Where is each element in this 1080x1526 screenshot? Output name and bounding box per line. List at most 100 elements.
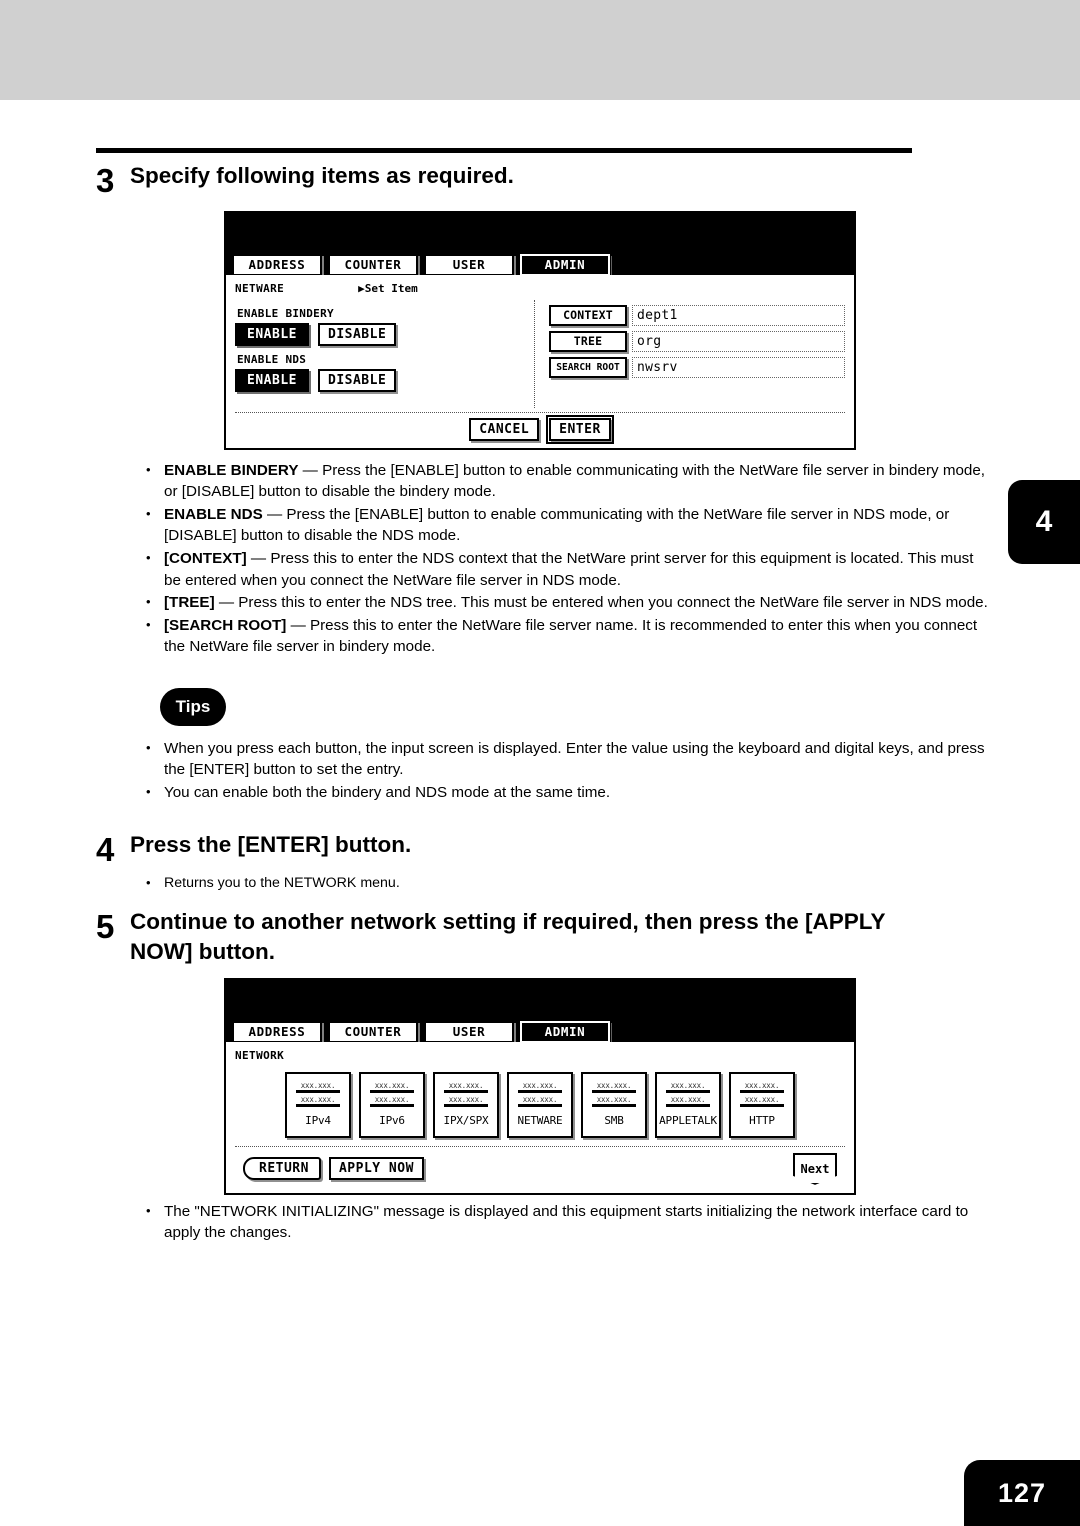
- bullet-dot: •: [146, 505, 151, 521]
- tip-item-1: • When you press each button, the input …: [146, 738, 992, 781]
- page-number-tab: 127: [964, 1460, 1080, 1526]
- tab-counter-2[interactable]: COUNTER: [328, 1020, 418, 1043]
- network-button-ipv6[interactable]: xxx.xxx. xxx.xxx. IPv6: [359, 1071, 425, 1138]
- network-button-label: IPX/SPX: [443, 1113, 489, 1127]
- bullet-text: [CONTEXT] — Press this to enter the NDS …: [164, 548, 992, 591]
- cancel-button-label: CANCEL: [479, 421, 530, 437]
- context-button[interactable]: CONTEXT: [549, 304, 627, 326]
- icon-line-2: xxx.xxx.: [518, 1095, 562, 1107]
- chapter-number: 4: [1035, 505, 1053, 538]
- tree-button-label: TREE: [573, 334, 603, 349]
- network-card-icon: xxx.xxx. xxx.xxx.: [740, 1081, 784, 1110]
- network-button-netware[interactable]: xxx.xxx. xxx.xxx. NETWARE: [507, 1071, 573, 1138]
- enter-button-label: ENTER: [559, 421, 601, 437]
- nds-enable-button[interactable]: ENABLE: [235, 368, 309, 392]
- tree-value[interactable]: org: [632, 330, 845, 352]
- nds-disable-button[interactable]: DISABLE: [318, 368, 397, 392]
- bullet-tree: • [TREE] — Press this to enter the NDS t…: [146, 592, 992, 614]
- bullet-dot: •: [146, 739, 151, 755]
- tab-admin-label: ADMIN: [544, 257, 586, 273]
- tab-user[interactable]: USER: [424, 253, 514, 276]
- icon-line-1: xxx.xxx.: [592, 1081, 636, 1093]
- tab-address[interactable]: ADDRESS: [232, 253, 322, 276]
- nds-disable-label: DISABLE: [328, 372, 387, 388]
- tab-address-2[interactable]: ADDRESS: [232, 1020, 322, 1043]
- network-button-http[interactable]: xxx.xxx. xxx.xxx. HTTP: [729, 1071, 795, 1138]
- tip-text: When you press each button, the input sc…: [164, 739, 985, 779]
- network-button-label: IPv4: [305, 1113, 331, 1127]
- network-button-smb[interactable]: xxx.xxx. xxx.xxx. SMB: [581, 1071, 647, 1138]
- bullet-text: Returns you to the NETWORK menu.: [164, 875, 400, 892]
- step-4: 4 Press the [ENTER] button.: [96, 830, 1008, 868]
- search-root-value[interactable]: nwsrv: [632, 356, 845, 378]
- step-3-bullet-list: • ENABLE BINDERY — Press the [ENABLE] bu…: [146, 460, 992, 658]
- icon-line-2: xxx.xxx.: [370, 1095, 414, 1107]
- bullet-term: ENABLE BINDERY: [164, 461, 299, 479]
- network-card-icon: xxx.xxx. xxx.xxx.: [592, 1081, 636, 1110]
- bullet-enable-bindery: • ENABLE BINDERY — Press the [ENABLE] bu…: [146, 460, 992, 503]
- bullet-text: The "NETWORK INITIALIZING" message is di…: [164, 1202, 969, 1242]
- tab-admin-2[interactable]: ADMIN: [519, 1019, 611, 1044]
- network-button-ipx-spx[interactable]: xxx.xxx. xxx.xxx. IPX/SPX: [433, 1071, 499, 1138]
- context-field-row: CONTEXT dept1: [549, 304, 845, 326]
- icon-line-1: xxx.xxx.: [370, 1081, 414, 1093]
- bullet-dot: •: [146, 1202, 151, 1218]
- tab-user-2[interactable]: USER: [424, 1020, 514, 1043]
- manual-page: 4 127 3 Specify following items as requi…: [0, 0, 1080, 1526]
- screen-tab-bar-2: ADDRESS COUNTER USER ADMIN: [232, 1019, 611, 1044]
- set-item-label: ▶Set Item: [358, 281, 418, 295]
- screen-header-area-2: ADDRESS COUNTER USER ADMIN: [226, 979, 854, 1044]
- bindery-disable-button[interactable]: DISABLE: [318, 322, 397, 346]
- search-root-button[interactable]: SEARCH ROOT: [549, 356, 627, 378]
- network-button-label: NETWARE: [517, 1113, 563, 1127]
- icon-line-2: xxx.xxx.: [444, 1095, 488, 1107]
- bullet-dot: •: [146, 875, 151, 891]
- network-protocol-grid: xxx.xxx. xxx.xxx. IPv4 xxx.xxx. xxx.xxx.…: [235, 1062, 845, 1146]
- tree-field-row: TREE org: [549, 330, 845, 352]
- bullet-rest: — Press this to enter the NetWare file s…: [164, 616, 978, 656]
- icon-line-1: xxx.xxx.: [444, 1081, 488, 1093]
- step-3-title: Specify following items as required.: [130, 163, 514, 188]
- next-button[interactable]: Next: [793, 1152, 837, 1185]
- bullet-term: [TREE]: [164, 594, 215, 612]
- tab-address-label: ADDRESS: [248, 257, 306, 273]
- step-3: 3 Specify following items as required.: [96, 161, 1008, 199]
- nds-enable-label: ENABLE: [247, 372, 297, 388]
- step-5-bullet-list: • The "NETWORK INITIALIZING" message is …: [146, 1201, 992, 1244]
- tab-admin[interactable]: ADMIN: [519, 252, 611, 277]
- network-card-icon: xxx.xxx. xxx.xxx.: [370, 1081, 414, 1110]
- network-card-icon: xxx.xxx. xxx.xxx.: [296, 1081, 340, 1110]
- bindery-enable-button[interactable]: ENABLE: [235, 322, 309, 346]
- network-card-icon: xxx.xxx. xxx.xxx.: [518, 1081, 562, 1110]
- tab-counter[interactable]: COUNTER: [328, 253, 418, 276]
- step-4-bullet-list: • Returns you to the NETWORK menu.: [146, 873, 992, 893]
- network-button-ipv4[interactable]: xxx.xxx. xxx.xxx. IPv4: [285, 1071, 351, 1138]
- step-4-title: Press the [ENTER] button.: [130, 831, 412, 857]
- tips-badge: Tips: [160, 687, 226, 726]
- bullet-text: ENABLE BINDERY — Press the [ENABLE] butt…: [164, 460, 992, 503]
- tree-button[interactable]: TREE: [549, 330, 627, 352]
- context-button-label: CONTEXT: [563, 308, 613, 323]
- enter-button[interactable]: ENTER: [546, 414, 614, 444]
- step-5-number: 5: [96, 908, 115, 946]
- enable-bindery-label: ENABLE BINDERY: [237, 306, 334, 320]
- bullet-term: [CONTEXT]: [164, 549, 247, 567]
- context-value[interactable]: dept1: [632, 304, 845, 326]
- network-menu-screen: ADDRESS COUNTER USER ADMIN NETWORK xxx.x…: [224, 977, 856, 1195]
- network-button-appletalk[interactable]: xxx.xxx. xxx.xxx. APPLETALK: [655, 1071, 721, 1138]
- bullet-term: ENABLE NDS: [164, 505, 263, 523]
- bindery-enable-label: ENABLE: [247, 326, 297, 342]
- step-5-title: Continue to another network setting if r…: [130, 909, 886, 964]
- return-button[interactable]: RETURN: [243, 1157, 321, 1181]
- step-5: 5 Continue to another network setting if…: [96, 907, 1008, 966]
- header-rule: [96, 148, 912, 153]
- bullet-text: ENABLE NDS — Press the [ENABLE] button t…: [164, 504, 992, 547]
- cancel-button[interactable]: CANCEL: [469, 417, 540, 441]
- apply-now-button[interactable]: APPLY NOW: [328, 1157, 424, 1181]
- bindery-disable-label: DISABLE: [328, 326, 387, 342]
- search-root-button-label: SEARCH ROOT: [556, 361, 620, 373]
- netware-screen-titlebar: NETWARE ▶Set Item: [235, 282, 845, 295]
- network-button-label: SMB: [604, 1113, 624, 1127]
- enable-nds-label: ENABLE NDS: [237, 352, 307, 366]
- icon-line-1: xxx.xxx.: [666, 1081, 710, 1093]
